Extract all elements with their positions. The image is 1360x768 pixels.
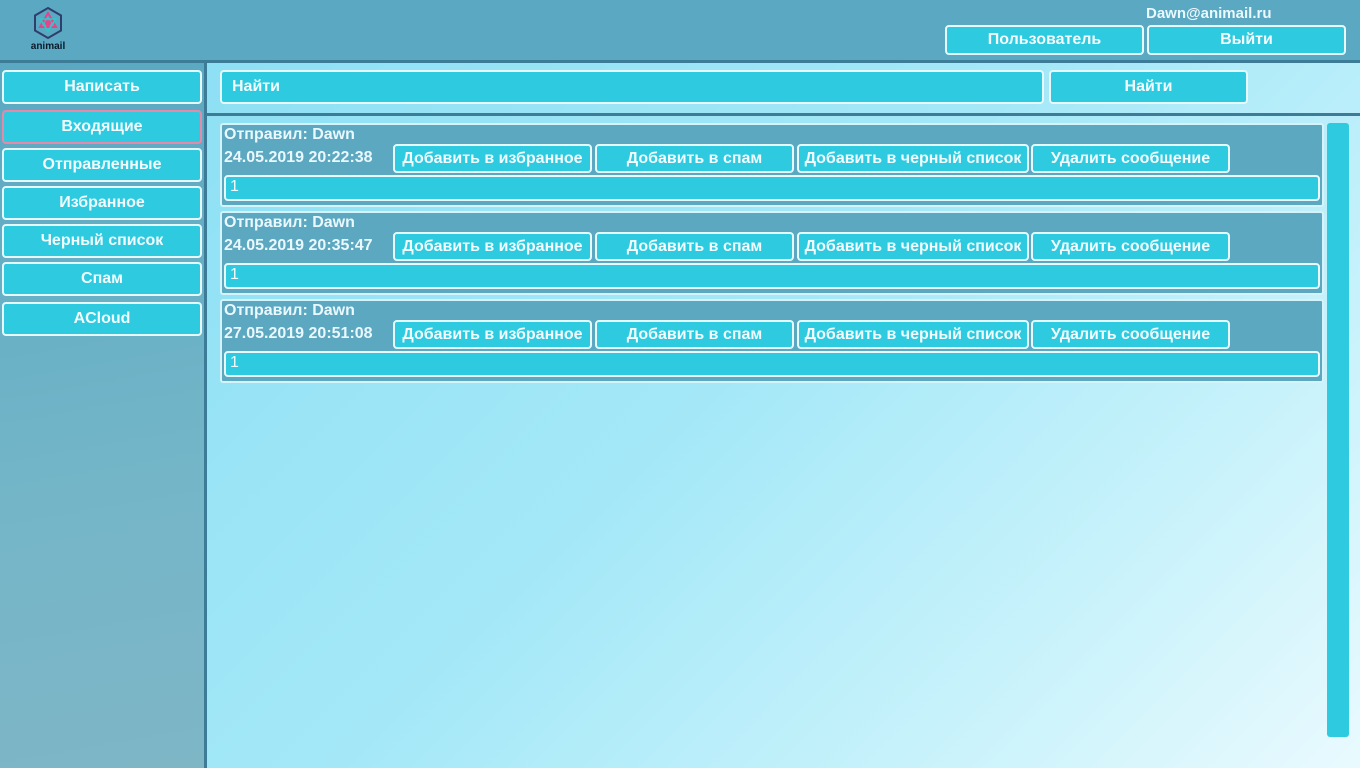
message-sender: Отправил: Dawn bbox=[224, 214, 355, 231]
scrollbar[interactable] bbox=[1327, 123, 1349, 737]
message-sender: Отправил: Dawn bbox=[224, 126, 355, 143]
search-input[interactable] bbox=[220, 70, 1044, 104]
sidebar-item-spam[interactable]: Спам bbox=[2, 262, 202, 296]
animail-logo-icon bbox=[34, 6, 62, 40]
sidebar-item-inbox[interactable]: Входящие bbox=[2, 110, 202, 144]
sidebar-item-favorites[interactable]: Избранное bbox=[2, 186, 202, 220]
delete-message-button[interactable]: Удалить сообщение bbox=[1031, 320, 1230, 349]
add-to-blacklist-button[interactable]: Добавить в черный список bbox=[797, 232, 1029, 261]
user-button[interactable]: Пользователь bbox=[945, 25, 1144, 55]
add-to-spam-button[interactable]: Добавить в спам bbox=[595, 144, 794, 173]
logout-button[interactable]: Выйти bbox=[1147, 25, 1346, 55]
add-to-blacklist-button[interactable]: Добавить в черный список bbox=[797, 144, 1029, 173]
search-button[interactable]: Найти bbox=[1049, 70, 1248, 104]
delete-message-button[interactable]: Удалить сообщение bbox=[1031, 144, 1230, 173]
message-card: Отправил: Dawn 27.05.2019 20:51:08 Добав… bbox=[220, 299, 1324, 383]
message-date: 24.05.2019 20:22:38 bbox=[224, 149, 373, 166]
add-to-favorites-button[interactable]: Добавить в избранное bbox=[393, 144, 592, 173]
search-bar: Найти bbox=[207, 63, 1360, 116]
add-to-favorites-button[interactable]: Добавить в избранное bbox=[393, 232, 592, 261]
add-to-blacklist-button[interactable]: Добавить в черный список bbox=[797, 320, 1029, 349]
sidebar-item-sent[interactable]: Отправленные bbox=[2, 148, 202, 182]
message-date: 27.05.2019 20:51:08 bbox=[224, 325, 373, 342]
message-card: Отправил: Dawn 24.05.2019 20:35:47 Добав… bbox=[220, 211, 1324, 295]
message-date: 24.05.2019 20:35:47 bbox=[224, 237, 373, 254]
add-to-spam-button[interactable]: Добавить в спам bbox=[595, 320, 794, 349]
main-content: Найти Отправил: Dawn 24.05.2019 20:22:38… bbox=[207, 63, 1360, 768]
message-card: Отправил: Dawn 24.05.2019 20:22:38 Добав… bbox=[220, 123, 1324, 207]
message-body[interactable]: 1 bbox=[224, 263, 1320, 289]
message-sender: Отправил: Dawn bbox=[224, 302, 355, 319]
message-body[interactable]: 1 bbox=[224, 351, 1320, 377]
logo-text: animail bbox=[30, 41, 66, 52]
header: animail Dawn@animail.ru Пользователь Вый… bbox=[0, 0, 1360, 63]
delete-message-button[interactable]: Удалить сообщение bbox=[1031, 232, 1230, 261]
sidebar-item-blacklist[interactable]: Черный список bbox=[2, 224, 202, 258]
user-email: Dawn@animail.ru bbox=[1146, 5, 1272, 22]
add-to-spam-button[interactable]: Добавить в спам bbox=[595, 232, 794, 261]
logo[interactable]: animail bbox=[26, 6, 70, 54]
sidebar-item-compose[interactable]: Написать bbox=[2, 70, 202, 104]
sidebar-item-acloud[interactable]: ACloud bbox=[2, 302, 202, 336]
message-body[interactable]: 1 bbox=[224, 175, 1320, 201]
add-to-favorites-button[interactable]: Добавить в избранное bbox=[393, 320, 592, 349]
sidebar: Написать Входящие Отправленные Избранное… bbox=[0, 63, 207, 768]
